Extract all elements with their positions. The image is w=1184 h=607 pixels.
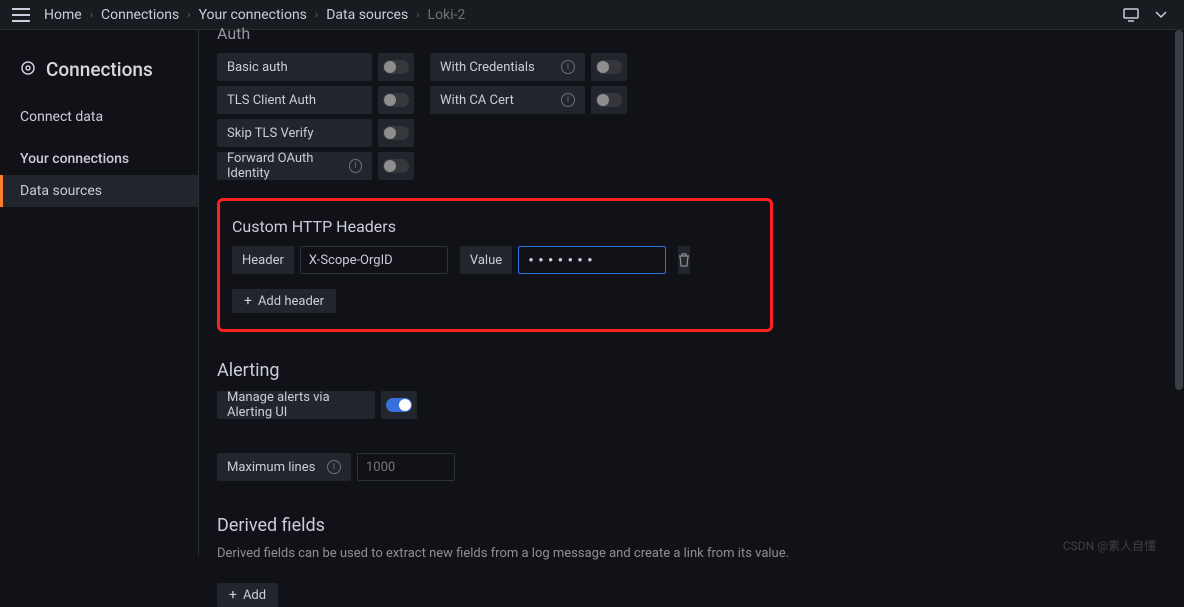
with-credentials-toggle[interactable]	[591, 53, 627, 81]
plus-icon: +	[244, 293, 252, 309]
chevron-right-icon: ›	[90, 8, 93, 21]
forward-oauth-toggle[interactable]	[378, 152, 414, 180]
add-header-button[interactable]: + Add header	[232, 289, 336, 313]
alerting-title: Alerting	[217, 360, 1174, 381]
connections-icon	[20, 58, 36, 81]
with-ca-cert-toggle[interactable]	[591, 86, 627, 114]
info-icon[interactable]: i	[327, 460, 341, 474]
manage-alerts-label: Manage alerts via Alerting UI	[217, 391, 375, 419]
sidebar-item-data-sources[interactable]: Data sources	[0, 175, 198, 207]
derived-fields-desc: Derived fields can be used to extract ne…	[217, 546, 1174, 561]
top-bar-actions	[1120, 4, 1172, 26]
breadcrumb: Home › Connections › Your connections › …	[44, 7, 465, 23]
watermark: CSDN @素人自懂	[1063, 537, 1156, 554]
plus-icon: +	[229, 587, 237, 603]
trash-icon	[678, 253, 690, 267]
info-icon[interactable]: i	[561, 93, 575, 107]
breadcrumb-connections[interactable]: Connections	[101, 7, 179, 23]
chevron-down-icon[interactable]	[1150, 4, 1172, 26]
chevron-right-icon: ›	[416, 8, 419, 21]
content-area: Auth Basic auth With Credentials i TLS C…	[198, 30, 1174, 556]
chevron-right-icon: ›	[315, 8, 318, 21]
derived-fields-title: Derived fields	[217, 515, 1174, 536]
monitor-icon[interactable]	[1120, 4, 1142, 26]
basic-auth-toggle[interactable]	[378, 53, 414, 81]
info-icon[interactable]: i	[561, 60, 575, 74]
skip-tls-verify-label: Skip TLS Verify	[217, 119, 372, 147]
breadcrumb-current: Loki-2	[428, 7, 466, 23]
max-lines-input[interactable]	[357, 453, 455, 481]
tls-client-auth-toggle[interactable]	[378, 86, 414, 114]
header-value-input[interactable]	[518, 246, 666, 274]
custom-headers-title: Custom HTTP Headers	[232, 217, 490, 236]
with-ca-cert-label: With CA Cert i	[430, 86, 585, 114]
breadcrumb-your-connections[interactable]: Your connections	[199, 7, 307, 23]
sidebar-item-connect-data[interactable]: Connect data	[0, 101, 198, 133]
sidebar: Connections Connect data Your connection…	[0, 30, 198, 556]
add-derived-field-button[interactable]: + Add	[217, 583, 278, 607]
value-label: Value	[460, 246, 512, 274]
sidebar-item-your-connections[interactable]: Your connections	[0, 143, 198, 175]
manage-alerts-toggle[interactable]	[381, 391, 417, 419]
chevron-right-icon: ›	[187, 8, 190, 21]
menu-icon[interactable]	[12, 8, 32, 22]
max-lines-label: Maximum lines i	[217, 453, 351, 481]
forward-oauth-label: Forward OAuth Identity i	[217, 152, 372, 180]
with-credentials-label: With Credentials i	[430, 53, 585, 81]
sidebar-title: Connections	[0, 46, 198, 101]
tls-client-auth-label: TLS Client Auth	[217, 86, 372, 114]
breadcrumb-data-sources[interactable]: Data sources	[326, 7, 408, 23]
auth-section-title: Auth	[217, 24, 1174, 43]
header-label: Header	[232, 246, 294, 274]
delete-header-button[interactable]	[678, 246, 690, 274]
breadcrumb-home[interactable]: Home	[44, 7, 82, 23]
scrollbar[interactable]	[1174, 30, 1184, 556]
basic-auth-label: Basic auth	[217, 53, 372, 81]
custom-headers-section: Custom HTTP Headers Header Value + Add h…	[217, 198, 773, 332]
header-name-input[interactable]	[300, 246, 448, 274]
skip-tls-verify-toggle[interactable]	[378, 119, 414, 147]
info-icon[interactable]: i	[349, 159, 362, 173]
